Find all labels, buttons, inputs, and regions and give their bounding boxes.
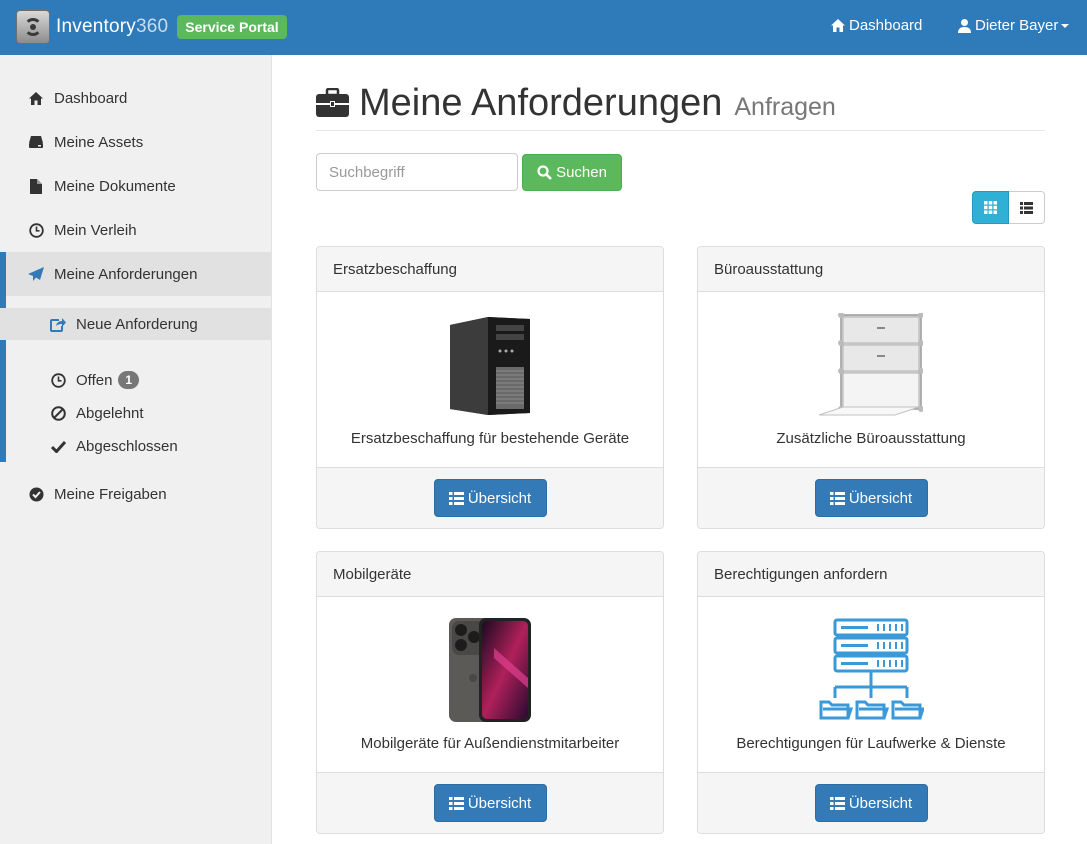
sidebar-item-label: Dashboard — [54, 89, 128, 107]
card-heading: Büroausstattung — [698, 247, 1044, 292]
sidebar-item-assets[interactable]: Meine Assets — [0, 120, 271, 164]
card-description: Mobilgeräte für Außendienstmitarbeiter — [360, 735, 620, 752]
sidebar-subitem-label: Neue Anforderung — [76, 315, 198, 333]
sidebar-item-loan[interactable]: Mein Verleih — [0, 208, 271, 252]
card-heading: Ersatzbeschaffung — [317, 247, 663, 292]
grid-icon — [983, 201, 997, 214]
briefcase-icon — [316, 88, 349, 117]
search-button[interactable]: Suchen — [522, 154, 622, 191]
card-footer: Übersicht — [317, 773, 663, 833]
hdd-icon — [28, 134, 44, 150]
brand-name: Inventory360 — [56, 16, 169, 37]
sidebar-subitem-label: Abgelehnt — [76, 404, 144, 422]
sidebar-item-label: Meine Freigaben — [54, 485, 167, 503]
list-view-button[interactable] — [1008, 191, 1045, 224]
clock-icon — [50, 372, 66, 388]
sidebar-subitem-rejected[interactable]: Abgelehnt — [0, 401, 271, 425]
request-card-mobile: Mobilgeräte Mobilgeräte für Außendienstm… — [316, 551, 664, 834]
sidebar: Dashboard Meine Assets Meine Dokumente M… — [0, 55, 272, 844]
sidebar-item-label: Meine Dokumente — [54, 177, 176, 195]
list-icon — [448, 796, 464, 810]
overview-button-label: Übersicht — [467, 489, 532, 507]
sidebar-subitem-open[interactable]: Offen 1 — [0, 368, 271, 392]
server-folders-image — [816, 617, 926, 722]
inventory360-logo-icon — [16, 10, 50, 44]
card-body: Berechtigungen für Laufwerke & Dienste — [698, 597, 1044, 773]
sidebar-item-requests[interactable]: Meine Anforderungen — [0, 252, 271, 296]
grid-view-button[interactable] — [972, 191, 1009, 224]
request-card-office: Büroausstattung Zusätzliche Büroausstatt… — [697, 246, 1045, 529]
sidebar-item-label: Meine Anforderungen — [54, 265, 198, 283]
sidebar-subitem-completed[interactable]: Abgeschlossen — [0, 434, 271, 458]
sidebar-subitem-label: Abgeschlossen — [76, 437, 178, 455]
card-description: Zusätzliche Büroausstattung — [776, 430, 966, 447]
overview-button[interactable]: Übersicht — [814, 784, 928, 822]
page-header: Meine Anforderungen Anfragen — [316, 76, 1045, 131]
page-subtitle: Anfragen — [734, 92, 836, 121]
overview-button-label: Übersicht — [848, 489, 913, 507]
card-heading: Berechtigungen anfordern — [698, 552, 1044, 597]
sidebar-item-approvals[interactable]: Meine Freigaben — [0, 472, 271, 516]
list-icon — [448, 491, 464, 505]
card-body: Mobilgeräte für Außendienstmitarbeiter — [317, 597, 663, 773]
nav-dashboard-label: Dashboard — [849, 17, 923, 34]
list-icon — [829, 491, 845, 505]
search-icon — [537, 165, 552, 180]
send-icon — [28, 266, 44, 282]
ban-icon — [50, 405, 66, 421]
check-icon — [50, 438, 66, 454]
card-body: Zusätzliche Büroausstattung — [698, 292, 1044, 468]
office-cabinet-image — [816, 312, 926, 417]
overview-button[interactable]: Übersicht — [433, 479, 547, 517]
user-name: Dieter Bayer — [975, 17, 1059, 34]
nav-dashboard-link[interactable]: Dashboard — [830, 17, 922, 34]
overview-button[interactable]: Übersicht — [814, 479, 928, 517]
card-description: Berechtigungen für Laufwerke & Dienste — [736, 735, 1006, 752]
card-footer: Übersicht — [698, 468, 1044, 528]
page-title: Meine Anforderungen Anfragen — [359, 81, 836, 124]
sidebar-item-label: Meine Assets — [54, 133, 144, 151]
card-footer: Übersicht — [317, 468, 663, 528]
search-button-label: Suchen — [556, 164, 607, 181]
card-description: Ersatzbeschaffung für bestehende Geräte — [350, 430, 630, 447]
service-portal-badge: Service Portal — [177, 15, 287, 39]
sidebar-subitem-label: Offen — [76, 371, 113, 389]
overview-button[interactable]: Übersicht — [433, 784, 547, 822]
request-card-replacement: Ersatzbeschaffung Ersatzbeschaffung für … — [316, 246, 664, 529]
search-input[interactable] — [316, 153, 518, 191]
card-footer: Übersicht — [698, 773, 1044, 833]
brand[interactable]: Inventory360 Service Portal — [16, 10, 287, 44]
clock-icon — [28, 222, 44, 238]
user-menu[interactable]: Dieter Bayer — [957, 17, 1070, 34]
overview-button-label: Übersicht — [467, 794, 532, 812]
list-icon — [1019, 201, 1033, 214]
request-card-permissions: Berechtigungen anfordern Berechtigungen … — [697, 551, 1045, 834]
sidebar-subitem-new-request[interactable]: Neue Anforderung — [0, 308, 271, 340]
overview-button-label: Übersicht — [848, 794, 913, 812]
list-icon — [829, 796, 845, 810]
card-body: Ersatzbeschaffung für bestehende Geräte — [317, 292, 663, 468]
share-icon — [50, 316, 66, 332]
home-icon — [28, 90, 44, 106]
user-icon — [958, 19, 971, 33]
file-icon — [28, 178, 44, 194]
smartphone-image — [435, 617, 545, 722]
pc-tower-image — [435, 312, 545, 417]
card-heading: Mobilgeräte — [317, 552, 663, 597]
sidebar-item-documents[interactable]: Meine Dokumente — [0, 164, 271, 208]
home-icon — [831, 19, 845, 32]
chevron-down-icon — [1061, 23, 1070, 28]
check-circle-icon — [28, 486, 44, 502]
view-toggle — [972, 191, 1045, 224]
open-count-badge: 1 — [118, 371, 140, 389]
top-navbar: Inventory360 Service Portal Dashboard Di… — [0, 0, 1087, 55]
sidebar-item-dashboard[interactable]: Dashboard — [0, 76, 271, 120]
sidebar-item-label: Mein Verleih — [54, 221, 137, 239]
